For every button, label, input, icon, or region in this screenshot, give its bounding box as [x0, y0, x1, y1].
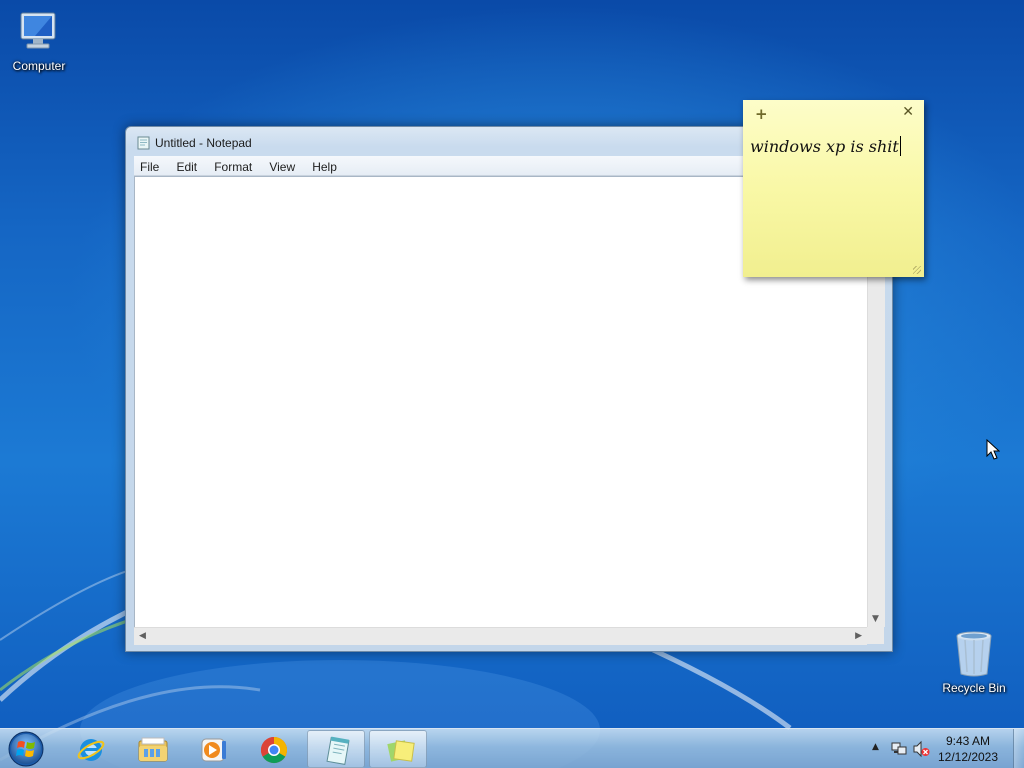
sticky-note[interactable]: + ✕ windows xp is shit: [743, 100, 924, 277]
menu-file[interactable]: File: [134, 158, 165, 174]
taskbar-internet-explorer[interactable]: [61, 730, 119, 768]
close-note-icon[interactable]: ✕: [902, 104, 914, 120]
resize-grip[interactable]: [867, 627, 884, 644]
start-button[interactable]: [6, 730, 46, 768]
windows-orb-icon: [8, 731, 44, 767]
internet-explorer-icon: [77, 739, 105, 761]
taskbar-notepad[interactable]: [307, 730, 365, 768]
show-hidden-icons-icon[interactable]: ▲: [872, 742, 879, 752]
scroll-down-arrow-icon[interactable]: ▼: [872, 614, 879, 624]
clock-time[interactable]: 9:43 AM: [928, 734, 1008, 748]
desktop-icon-label: Computer: [12, 59, 66, 73]
add-note-icon[interactable]: +: [755, 105, 768, 123]
scroll-left-arrow-icon[interactable]: ◀: [139, 631, 146, 641]
menu-view[interactable]: View: [263, 158, 301, 174]
notepad-icon: [137, 136, 150, 150]
clock-date[interactable]: 12/12/2023: [928, 750, 1008, 764]
system-tray: ▲ 9:43 AM 12/12/2023: [864, 729, 1024, 768]
sticky-note-content: windows xp is shit: [750, 137, 899, 156]
taskbar-sticky-notes[interactable]: [369, 730, 427, 768]
sticky-note-text[interactable]: windows xp is shit: [750, 136, 901, 156]
media-player-icon: [201, 738, 226, 762]
taskbar: ▲ 9:43 AM 12/12/2023: [0, 728, 1024, 768]
horizontal-scrollbar[interactable]: ◀ ▶: [134, 627, 867, 645]
text-caret: [899, 136, 901, 156]
chrome-icon: [260, 736, 288, 764]
taskbar-media-player[interactable]: [183, 730, 241, 768]
desktop-icon-computer[interactable]: Computer: [1, 8, 77, 73]
computer-icon: [20, 12, 56, 49]
scroll-right-arrow-icon[interactable]: ▶: [855, 631, 862, 641]
mouse-cursor-icon: [986, 439, 1000, 460]
desktop: Computer Recycle Bin Untitled - Notepad …: [0, 0, 1024, 768]
network-icon[interactable]: [890, 740, 908, 758]
recycle-bin-icon: [956, 631, 992, 677]
note-resize-grip[interactable]: [913, 266, 921, 274]
show-desktop-button[interactable]: [1013, 729, 1024, 768]
sticky-notes-icon: [387, 740, 415, 762]
menu-help[interactable]: Help: [306, 158, 343, 174]
notepad-title: Untitled - Notepad: [155, 136, 252, 150]
menu-edit[interactable]: Edit: [170, 158, 203, 174]
menu-format[interactable]: Format: [208, 158, 258, 174]
folder-icon: [138, 737, 168, 762]
desktop-icon-label: Recycle Bin: [942, 681, 1006, 695]
desktop-icon-recycle-bin[interactable]: Recycle Bin: [936, 630, 1012, 695]
notepad-icon: [326, 736, 350, 765]
taskbar-chrome[interactable]: [244, 730, 302, 768]
taskbar-windows-explorer[interactable]: [122, 730, 180, 768]
